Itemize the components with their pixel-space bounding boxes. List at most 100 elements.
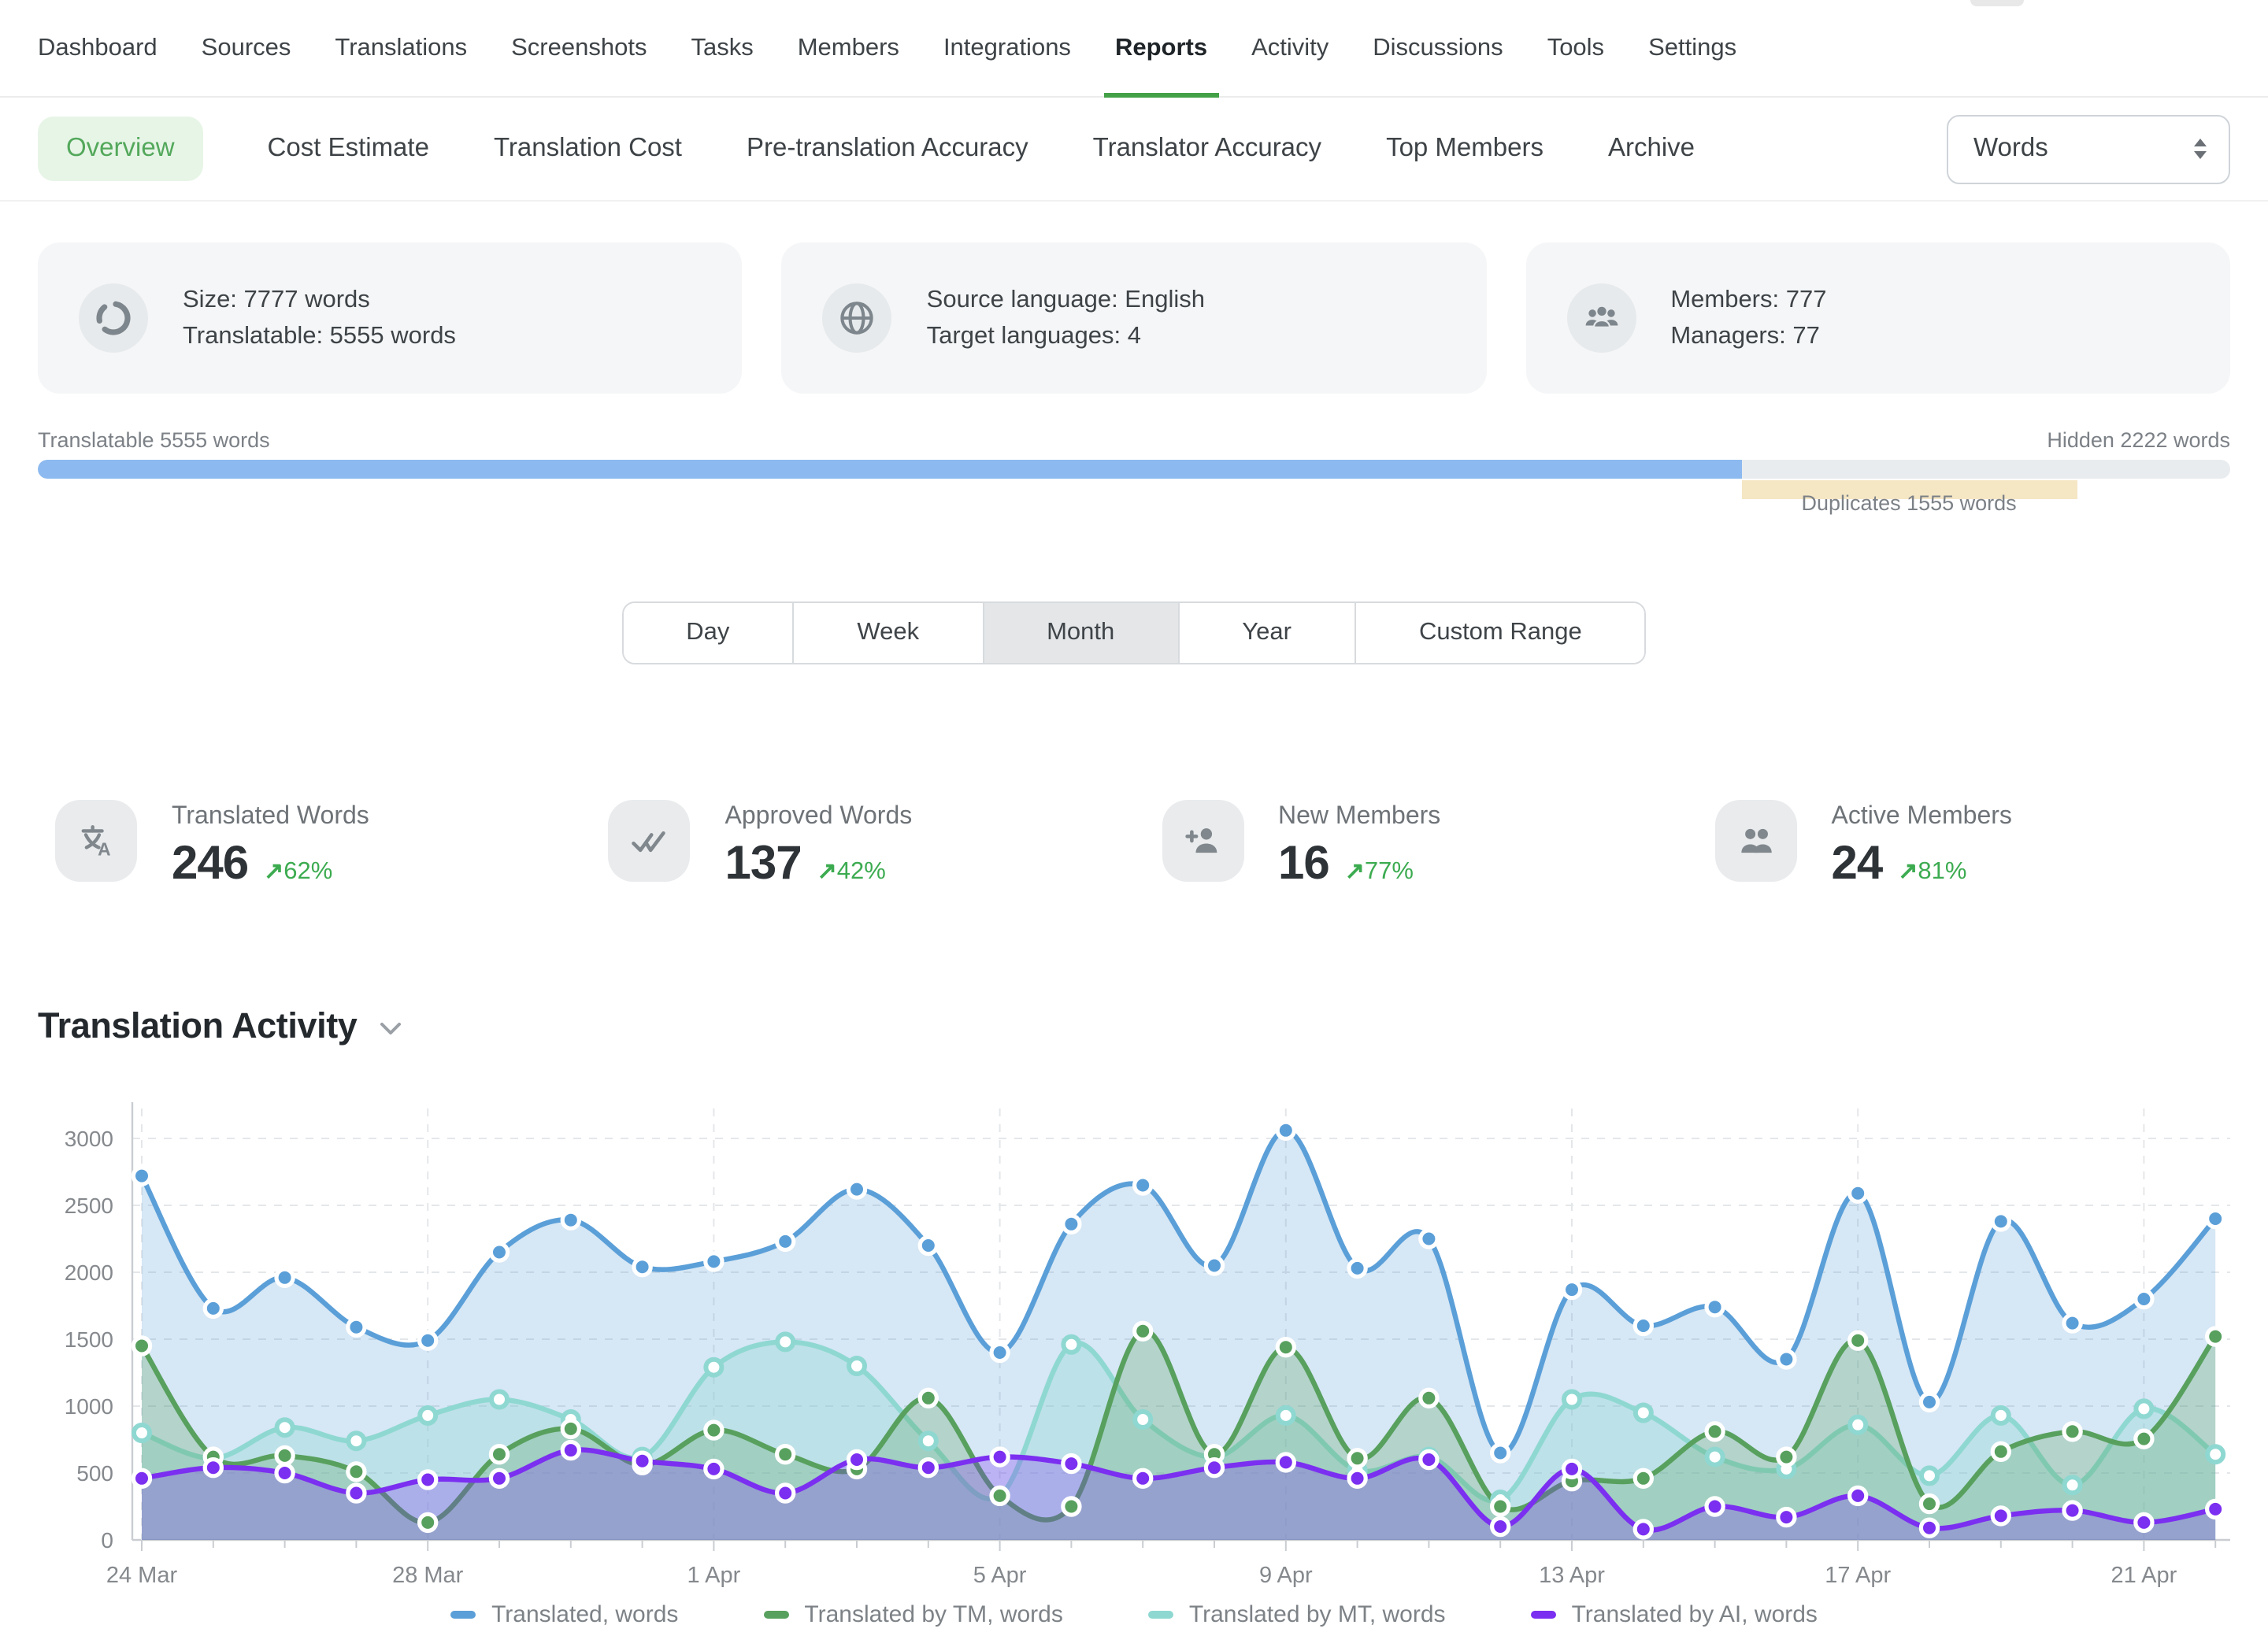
nav-item-screenshots[interactable]: Screenshots xyxy=(511,0,647,96)
svg-text:9 Apr: 9 Apr xyxy=(1259,1563,1313,1588)
words-progress-bar xyxy=(38,460,2230,479)
kpi-label: New Members xyxy=(1278,803,1440,831)
range-month-button[interactable]: Month xyxy=(982,603,1177,663)
chart-legend: Translated, words Translated by TM, word… xyxy=(0,1601,2268,1628)
kpi-delta: 77% xyxy=(1365,858,1414,885)
select-arrows-icon xyxy=(2194,139,2207,159)
partial-element xyxy=(1970,0,2024,6)
nav-item-integrations[interactable]: Integrations xyxy=(943,0,1071,96)
tab-translation-cost[interactable]: Translation Cost xyxy=(494,134,682,164)
tab-cost-estimate[interactable]: Cost Estimate xyxy=(268,134,429,164)
words-breakdown: Translatable 5555 words Hidden 2222 word… xyxy=(0,428,2268,499)
nav-item-activity[interactable]: Activity xyxy=(1251,0,1329,96)
chevron-down-icon[interactable] xyxy=(379,1022,401,1036)
legend-swatch xyxy=(1531,1612,1556,1619)
svg-text:A: A xyxy=(98,838,110,859)
unit-select[interactable]: Words xyxy=(1947,114,2230,183)
summary-cards: Size: 7777 words Translatable: 5555 word… xyxy=(0,242,2268,394)
date-range-switcher: Day Week Month Year Custom Range xyxy=(621,601,1646,664)
trend-up-icon: ↗ xyxy=(817,858,837,885)
section-title: Translation Activity xyxy=(38,1006,357,1047)
kpi-approved-words: Approved Words 137 ↗42% xyxy=(609,800,1162,891)
kpi-row: A Translated Words 246 ↗ 62% Approved Wor… xyxy=(0,800,2268,891)
translatable-segment xyxy=(38,460,1741,479)
kpi-value: 137 xyxy=(725,838,802,891)
svg-text:17 Apr: 17 Apr xyxy=(1825,1563,1891,1588)
hidden-words-label: Hidden 2222 words xyxy=(2047,428,2230,457)
svg-text:3000: 3000 xyxy=(65,1127,113,1151)
people-icon xyxy=(1715,800,1797,882)
trend-up-icon: ↗ xyxy=(1898,858,1918,885)
legend-label: Translated, words xyxy=(491,1601,678,1628)
languages-card: Source language: English Target language… xyxy=(782,242,1487,394)
translatable-line: Translatable: 5555 words xyxy=(183,318,456,354)
svg-text:0: 0 xyxy=(101,1528,113,1553)
range-custom-button[interactable]: Custom Range xyxy=(1354,603,1645,663)
range-week-button[interactable]: Week xyxy=(792,603,982,663)
legend-swatch xyxy=(450,1612,476,1619)
kpi-label: Active Members xyxy=(1832,803,2012,831)
size-line: Size: 7777 words xyxy=(183,282,456,318)
person-add-icon xyxy=(1162,800,1243,882)
kpi-active-members: Active Members 24 ↗81% xyxy=(1715,800,2268,891)
legend-translated-by-tm[interactable]: Translated by TM, words xyxy=(763,1601,1062,1628)
kpi-label: Approved Words xyxy=(725,803,913,831)
svg-text:500: 500 xyxy=(76,1461,113,1486)
tab-overview[interactable]: Overview xyxy=(38,117,203,181)
translate-icon: A xyxy=(55,800,137,882)
kpi-value: 24 xyxy=(1832,838,1883,891)
range-day-button[interactable]: Day xyxy=(623,603,792,663)
nav-item-discussions[interactable]: Discussions xyxy=(1373,0,1503,96)
team-icon xyxy=(1566,283,1636,353)
nav-item-reports[interactable]: Reports xyxy=(1115,0,1207,96)
svg-text:28 Mar: 28 Mar xyxy=(392,1563,464,1588)
legend-translated-by-mt[interactable]: Translated by MT, words xyxy=(1148,1601,1446,1628)
kpi-value: 246 xyxy=(172,838,248,891)
svg-text:5 Apr: 5 Apr xyxy=(973,1563,1027,1588)
svg-text:13 Apr: 13 Apr xyxy=(1539,1563,1605,1588)
legend-translated[interactable]: Translated, words xyxy=(450,1601,678,1628)
svg-text:1000: 1000 xyxy=(65,1394,113,1419)
nav-item-tasks[interactable]: Tasks xyxy=(691,0,753,96)
legend-label: Translated by AI, words xyxy=(1572,1601,1818,1628)
members-card: Members: 777 Managers: 77 xyxy=(1525,242,2230,394)
tab-translator-accuracy[interactable]: Translator Accuracy xyxy=(1093,134,1321,164)
translation-activity-chart[interactable]: 05001000150020002500300024 Mar28 Mar1 Ap… xyxy=(38,1071,2243,1593)
svg-text:2500: 2500 xyxy=(65,1194,113,1218)
svg-text:2000: 2000 xyxy=(65,1260,113,1285)
report-tabs: Overview Cost Estimate Translation Cost … xyxy=(38,117,1947,181)
duplicates-words-label: Duplicates 1555 words xyxy=(1741,491,2077,515)
kpi-value: 16 xyxy=(1278,838,1329,891)
double-check-icon xyxy=(609,800,691,882)
project-size-card: Size: 7777 words Translatable: 5555 word… xyxy=(38,242,743,394)
kpi-delta: 81% xyxy=(1918,858,1966,885)
tab-archive[interactable]: Archive xyxy=(1608,134,1695,164)
nav-item-members[interactable]: Members xyxy=(798,0,899,96)
kpi-label: Translated Words xyxy=(172,803,369,831)
tab-pre-translation-accuracy[interactable]: Pre-translation Accuracy xyxy=(747,134,1028,164)
range-year-button[interactable]: Year xyxy=(1177,603,1354,663)
svg-text:21 Apr: 21 Apr xyxy=(2110,1563,2177,1588)
kpi-delta: 42% xyxy=(837,858,886,885)
nav-item-dashboard[interactable]: Dashboard xyxy=(38,0,158,96)
legend-label: Translated by TM, words xyxy=(804,1601,1062,1628)
svg-text:1 Apr: 1 Apr xyxy=(687,1563,741,1588)
main-nav: Dashboard Sources Translations Screensho… xyxy=(0,0,2268,98)
tab-top-members[interactable]: Top Members xyxy=(1386,134,1544,164)
legend-swatch xyxy=(763,1612,788,1619)
legend-translated-by-ai[interactable]: Translated by AI, words xyxy=(1531,1601,1818,1628)
source-language-line: Source language: English xyxy=(927,282,1205,318)
reports-overview-page: Dashboard Sources Translations Screensho… xyxy=(0,0,2268,1647)
progress-ring-icon xyxy=(79,283,148,353)
svg-text:1500: 1500 xyxy=(65,1327,113,1352)
globe-icon xyxy=(823,283,892,353)
nav-item-sources[interactable]: Sources xyxy=(202,0,291,96)
nav-item-tools[interactable]: Tools xyxy=(1547,0,1604,96)
nav-item-settings[interactable]: Settings xyxy=(1648,0,1736,96)
trend-up-icon: ↗ xyxy=(1345,858,1365,885)
legend-label: Translated by MT, words xyxy=(1189,1601,1446,1628)
managers-line: Managers: 77 xyxy=(1670,318,1826,354)
kpi-delta: 62% xyxy=(284,858,332,885)
translatable-words-label: Translatable 5555 words xyxy=(38,428,270,457)
nav-item-translations[interactable]: Translations xyxy=(335,0,467,96)
